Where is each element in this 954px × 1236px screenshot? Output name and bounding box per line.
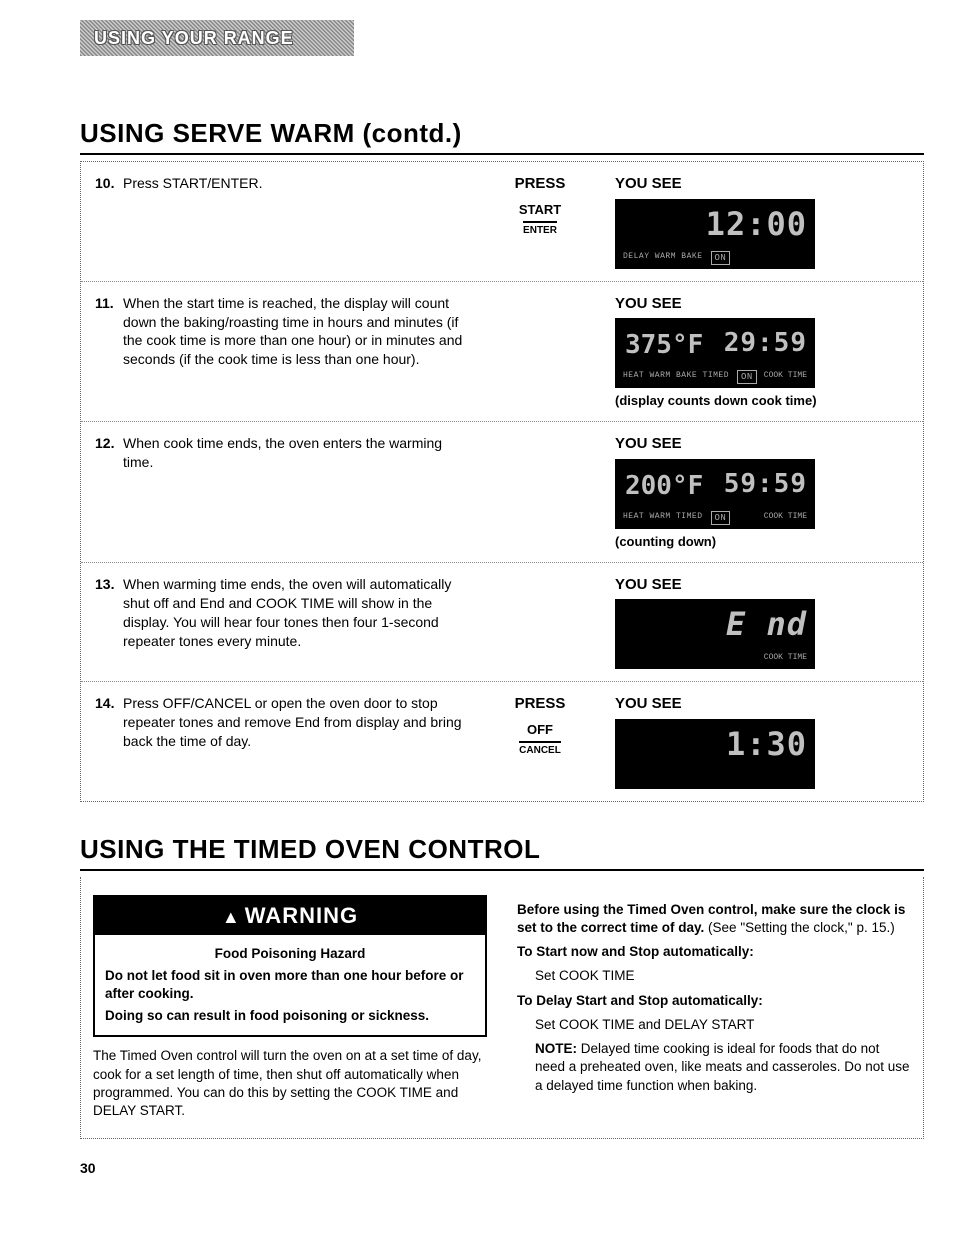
step-row-13: 13. When warming time ends, the oven wil… xyxy=(81,563,923,682)
you-see-header: YOU SEE xyxy=(615,575,909,595)
annunciator: DELAY WARM BAKE xyxy=(623,252,703,263)
annunciator-right: COOK TIME xyxy=(764,653,807,664)
clock-note: Before using the Timed Oven control, mak… xyxy=(517,901,911,937)
warning-text-2: Doing so can result in food poisoning or… xyxy=(105,1007,475,1025)
note-text: Delayed time cooking is ideal for foods … xyxy=(535,1041,910,1092)
button-start: START xyxy=(519,201,561,219)
on-indicator: ON xyxy=(711,251,731,265)
warning-text-1: Do not let food sit in oven more than on… xyxy=(105,967,475,1003)
step-text: Press OFF/CANCEL or open the oven door t… xyxy=(123,694,465,751)
press-header: PRESS xyxy=(475,174,605,194)
display-digits: 59:59 xyxy=(724,467,807,502)
step-row-12: 12. When cook time ends, the oven enters… xyxy=(81,422,923,563)
warning-box: WARNING Food Poisoning Hazard Do not let… xyxy=(93,895,487,1038)
oven-display-11: 375°F 29:59 HEAT WARM BAKE TIMED ON COOK … xyxy=(615,318,815,388)
step-text: When the start time is reached, the disp… xyxy=(123,294,465,370)
you-see-header: YOU SEE xyxy=(615,434,909,454)
you-see-header: YOU SEE xyxy=(615,694,909,714)
step-text: When warming time ends, the oven will au… xyxy=(123,575,465,651)
display-caption: (display counts down cook time) xyxy=(615,392,909,410)
warning-subtitle: Food Poisoning Hazard xyxy=(105,945,475,963)
step-row-11: 11. When the start time is reached, the … xyxy=(81,282,923,423)
annunciator-right: COOK TIME xyxy=(764,371,807,382)
step-number: 12. xyxy=(95,434,123,472)
delay-note: NOTE: Delayed time cooking is ideal for … xyxy=(535,1040,911,1095)
note-label: NOTE: xyxy=(535,1041,577,1056)
button-cancel: CANCEL xyxy=(519,741,561,758)
oven-display-10: 12:00 DELAY WARM BAKE ON xyxy=(615,199,815,269)
step-text: Press START/ENTER. xyxy=(123,174,465,193)
step-text: When cook time ends, the oven enters the… xyxy=(123,434,465,472)
step-number: 14. xyxy=(95,694,123,751)
step-row-10: 10. Press START/ENTER. PRESS START ENTER… xyxy=(81,162,923,281)
delay-start-text: Set COOK TIME and DELAY START xyxy=(535,1016,911,1034)
heading-serve-warm: USING SERVE WARM (contd.) xyxy=(80,116,924,155)
on-indicator: ON xyxy=(737,370,757,384)
start-now-text: Set COOK TIME xyxy=(535,967,911,985)
oven-display-13: E nd COOK TIME xyxy=(615,599,815,669)
annunciator-right: COOK TIME xyxy=(764,512,807,523)
oven-display-14: 1:30 xyxy=(615,719,815,789)
clock-note-ref: (See "Setting the clock," p. 15.) xyxy=(704,920,894,935)
timed-oven-description: The Timed Oven control will turn the ove… xyxy=(93,1047,487,1120)
annunciator: HEAT WARM BAKE TIMED xyxy=(623,371,729,382)
display-digits: 29:59 xyxy=(724,326,807,361)
delay-start-heading: To Delay Start and Stop automatically: xyxy=(517,992,911,1010)
display-digits: 1:30 xyxy=(726,723,807,766)
step-number: 11. xyxy=(95,294,123,370)
display-temp: 375°F xyxy=(625,328,703,363)
you-see-header: YOU SEE xyxy=(615,174,909,194)
button-off: OFF xyxy=(527,721,553,739)
button-enter: ENTER xyxy=(523,221,557,238)
step-row-14: 14. Press OFF/CANCEL or open the oven do… xyxy=(81,682,923,800)
annunciator: HEAT WARM TIMED xyxy=(623,512,703,523)
timed-oven-panel: WARNING Food Poisoning Hazard Do not let… xyxy=(80,877,924,1139)
step-number: 10. xyxy=(95,174,123,193)
warning-header: WARNING xyxy=(95,897,485,935)
step-number: 13. xyxy=(95,575,123,651)
heading-timed-oven: USING THE TIMED OVEN CONTROL xyxy=(80,832,924,871)
start-now-heading: To Start now and Stop automatically: xyxy=(517,943,911,961)
on-indicator: ON xyxy=(711,511,731,525)
display-temp: 200°F xyxy=(625,469,703,504)
oven-display-12: 200°F 59:59 HEAT WARM TIMED ON COOK TIME xyxy=(615,459,815,529)
display-caption: (counting down) xyxy=(615,533,909,551)
steps-table: 10. Press START/ENTER. PRESS START ENTER… xyxy=(80,161,924,801)
page-number: 30 xyxy=(80,1159,924,1178)
press-header: PRESS xyxy=(475,694,605,714)
display-digits: E nd xyxy=(726,603,807,646)
chapter-tag: USING YOUR RANGE xyxy=(80,20,354,56)
you-see-header: YOU SEE xyxy=(615,294,909,314)
display-digits: 12:00 xyxy=(706,203,807,246)
